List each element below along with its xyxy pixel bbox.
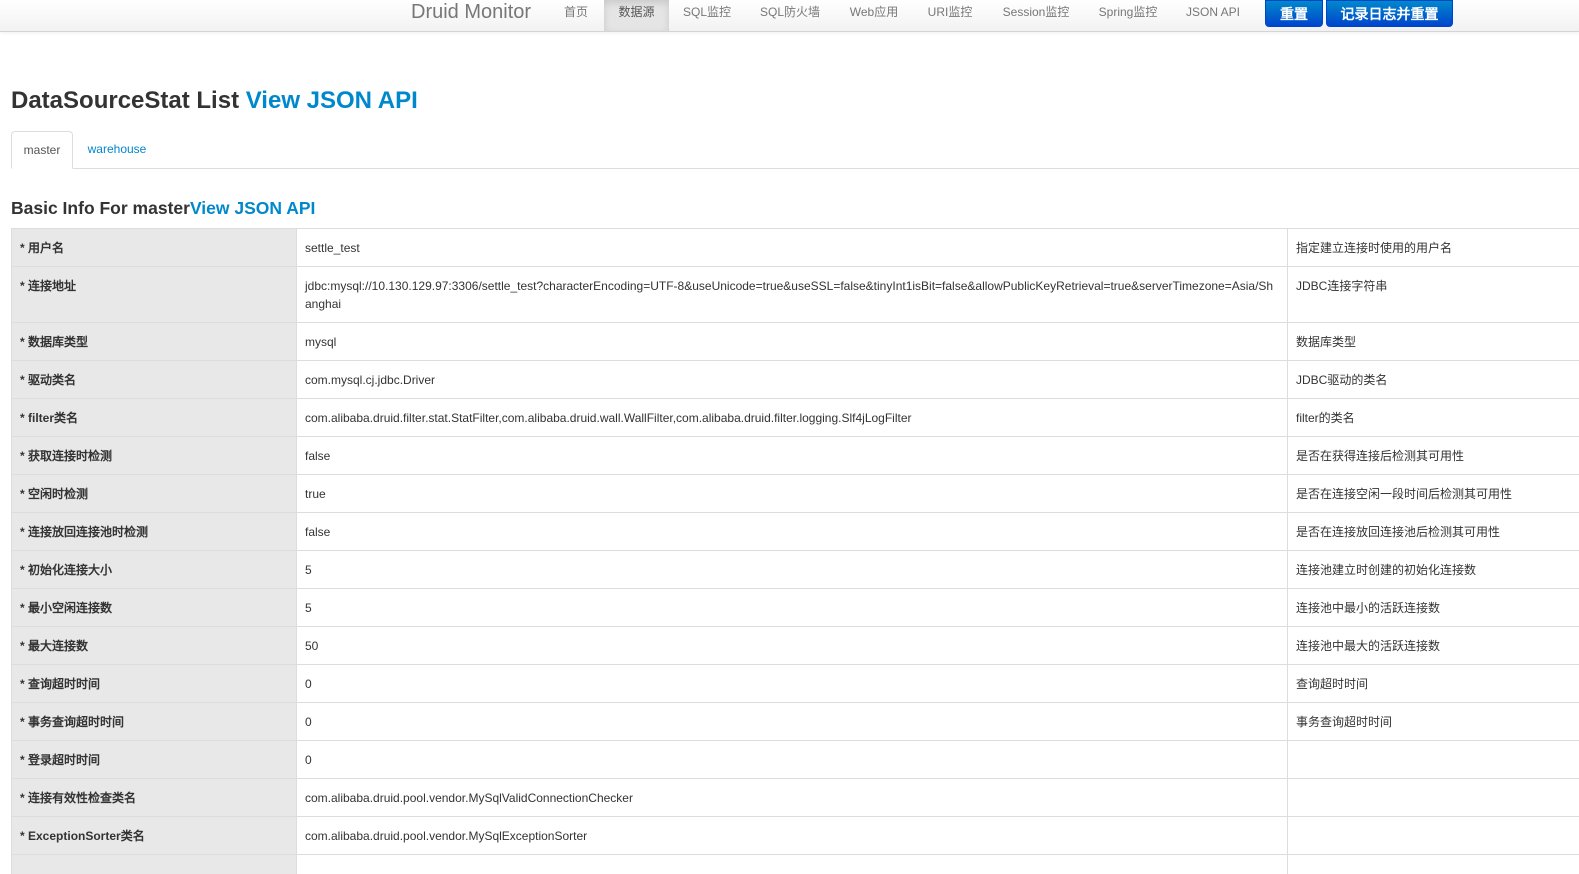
table-row: * filter类名com.alibaba.druid.filter.stat.… bbox=[12, 399, 1579, 437]
row-name-cell bbox=[12, 855, 297, 874]
log-and-reset-button[interactable]: 记录日志并重置 bbox=[1326, 0, 1453, 27]
section-view-json-api-link[interactable]: View JSON API bbox=[190, 198, 315, 218]
view-json-api-link[interactable]: View JSON API bbox=[246, 87, 418, 114]
row-desc-cell: JDBC驱动的类名 bbox=[1288, 361, 1579, 399]
nav-item-json-api[interactable]: JSON API bbox=[1178, 0, 1248, 31]
reset-button[interactable]: 重置 bbox=[1265, 0, 1323, 27]
row-value-cell: com.mysql.cj.jdbc.Driver bbox=[297, 361, 1288, 399]
row-name-cell: * 空闲时检测 bbox=[12, 475, 297, 513]
table-row: * 事务查询超时时间0事务查询超时时间 bbox=[12, 703, 1579, 741]
section-title: Basic Info For masterView JSON API bbox=[11, 196, 315, 220]
row-desc-cell: 是否在获得连接后检测其可用性 bbox=[1288, 437, 1579, 475]
row-name-cell: * 数据库类型 bbox=[12, 323, 297, 361]
table-row: * 初始化连接大小5连接池建立时创建的初始化连接数 bbox=[12, 551, 1579, 589]
row-name-cell: * 连接有效性检查类名 bbox=[12, 779, 297, 817]
nav-item-sql-firewall[interactable]: SQL防火墙 bbox=[752, 0, 828, 31]
row-value-cell: 5 bbox=[297, 589, 1288, 627]
table-row: * 登录超时时间0 bbox=[12, 741, 1579, 779]
row-desc-cell bbox=[1288, 855, 1579, 874]
nav-item-uri-monitor[interactable]: URI监控 bbox=[919, 0, 981, 31]
row-value-cell: com.alibaba.druid.filter.stat.StatFilter… bbox=[297, 399, 1288, 437]
nav-item-home[interactable]: 首页 bbox=[553, 0, 599, 31]
row-name-cell: * 查询超时时间 bbox=[12, 665, 297, 703]
row-name-cell: * 最大连接数 bbox=[12, 627, 297, 665]
row-value-cell bbox=[297, 855, 1288, 874]
row-value-cell: true bbox=[297, 475, 1288, 513]
row-value-cell: 5 bbox=[297, 551, 1288, 589]
table-row: * 驱动类名com.mysql.cj.jdbc.DriverJDBC驱动的类名 bbox=[12, 361, 1579, 399]
row-desc-cell: 是否在连接空闲一段时间后检测其可用性 bbox=[1288, 475, 1579, 513]
table-row: * ExceptionSorter类名com.alibaba.druid.poo… bbox=[12, 817, 1579, 855]
row-name-cell: * filter类名 bbox=[12, 399, 297, 437]
row-value-cell: settle_test bbox=[297, 229, 1288, 267]
top-navbar: Druid Monitor 首页 数据源 SQL监控 SQL防火墙 Web应用 … bbox=[0, 0, 1579, 32]
row-value-cell: 50 bbox=[297, 627, 1288, 665]
row-value-cell: 0 bbox=[297, 665, 1288, 703]
row-desc-cell bbox=[1288, 779, 1579, 817]
table-row: * 连接有效性检查类名com.alibaba.druid.pool.vendor… bbox=[12, 779, 1579, 817]
row-value-cell: 0 bbox=[297, 703, 1288, 741]
table-row: * 最大连接数50连接池中最大的活跃连接数 bbox=[12, 627, 1579, 665]
row-name-cell: * 初始化连接大小 bbox=[12, 551, 297, 589]
basic-info-table: * 用户名settle_test指定建立连接时使用的用户名* 连接地址jdbc:… bbox=[11, 228, 1579, 874]
row-name-cell: * ExceptionSorter类名 bbox=[12, 817, 297, 855]
row-name-cell: * 连接放回连接池时检测 bbox=[12, 513, 297, 551]
tab-master[interactable]: master bbox=[11, 131, 73, 169]
row-desc-cell bbox=[1288, 817, 1579, 855]
page-title: DataSourceStat List View JSON API bbox=[11, 86, 418, 116]
row-name-cell: * 登录超时时间 bbox=[12, 741, 297, 779]
row-name-cell: * 用户名 bbox=[12, 229, 297, 267]
tab-warehouse[interactable]: warehouse bbox=[77, 131, 157, 168]
row-desc-cell: 查询超时时间 bbox=[1288, 665, 1579, 703]
row-value-cell: false bbox=[297, 513, 1288, 551]
row-desc-cell: filter的类名 bbox=[1288, 399, 1579, 437]
row-value-cell: com.alibaba.druid.pool.vendor.MySqlValid… bbox=[297, 779, 1288, 817]
row-value-cell: jdbc:mysql://10.130.129.97:3306/settle_t… bbox=[297, 267, 1288, 323]
nav-item-sql-monitor[interactable]: SQL监控 bbox=[675, 0, 739, 31]
row-desc-cell bbox=[1288, 741, 1579, 779]
row-desc-cell: 连接池建立时创建的初始化连接数 bbox=[1288, 551, 1579, 589]
nav-item-web-app[interactable]: Web应用 bbox=[841, 0, 907, 31]
basic-info-table-body: * 用户名settle_test指定建立连接时使用的用户名* 连接地址jdbc:… bbox=[12, 229, 1579, 874]
row-name-cell: * 获取连接时检测 bbox=[12, 437, 297, 475]
row-desc-cell: 连接池中最大的活跃连接数 bbox=[1288, 627, 1579, 665]
table-row: * 连接放回连接池时检测false是否在连接放回连接池后检测其可用性 bbox=[12, 513, 1579, 551]
brand-logo[interactable]: Druid Monitor bbox=[411, 0, 531, 25]
table-row: * 连接地址jdbc:mysql://10.130.129.97:3306/se… bbox=[12, 267, 1579, 323]
row-name-cell: * 连接地址 bbox=[12, 267, 297, 323]
row-value-cell: false bbox=[297, 437, 1288, 475]
nav-item-spring-monitor[interactable]: Spring监控 bbox=[1090, 0, 1166, 31]
row-name-cell: * 最小空闲连接数 bbox=[12, 589, 297, 627]
row-value-cell: com.alibaba.druid.pool.vendor.MySqlExcep… bbox=[297, 817, 1288, 855]
table-row: * 最小空闲连接数5连接池中最小的活跃连接数 bbox=[12, 589, 1579, 627]
nav-item-session-monitor[interactable]: Session监控 bbox=[994, 0, 1078, 31]
row-desc-cell: 数据库类型 bbox=[1288, 323, 1579, 361]
datasource-tabs: master warehouse bbox=[11, 131, 1579, 169]
row-value-cell: mysql bbox=[297, 323, 1288, 361]
row-desc-cell: 事务查询超时时间 bbox=[1288, 703, 1579, 741]
table-row: * 数据库类型mysql数据库类型 bbox=[12, 323, 1579, 361]
section-title-text: Basic Info For master bbox=[11, 198, 190, 218]
table-row: * 用户名settle_test指定建立连接时使用的用户名 bbox=[12, 229, 1579, 267]
page-title-text: DataSourceStat List bbox=[11, 87, 239, 114]
row-value-cell: 0 bbox=[297, 741, 1288, 779]
table-row bbox=[12, 855, 1579, 874]
row-name-cell: * 事务查询超时时间 bbox=[12, 703, 297, 741]
table-row: * 获取连接时检测false是否在获得连接后检测其可用性 bbox=[12, 437, 1579, 475]
row-desc-cell: 连接池中最小的活跃连接数 bbox=[1288, 589, 1579, 627]
table-row: * 查询超时时间0查询超时时间 bbox=[12, 665, 1579, 703]
table-row: * 空闲时检测true是否在连接空闲一段时间后检测其可用性 bbox=[12, 475, 1579, 513]
nav-item-datasource[interactable]: 数据源 bbox=[604, 0, 669, 31]
row-desc-cell: 是否在连接放回连接池后检测其可用性 bbox=[1288, 513, 1579, 551]
row-desc-cell: 指定建立连接时使用的用户名 bbox=[1288, 229, 1579, 267]
row-desc-cell: JDBC连接字符串 bbox=[1288, 267, 1579, 323]
row-name-cell: * 驱动类名 bbox=[12, 361, 297, 399]
